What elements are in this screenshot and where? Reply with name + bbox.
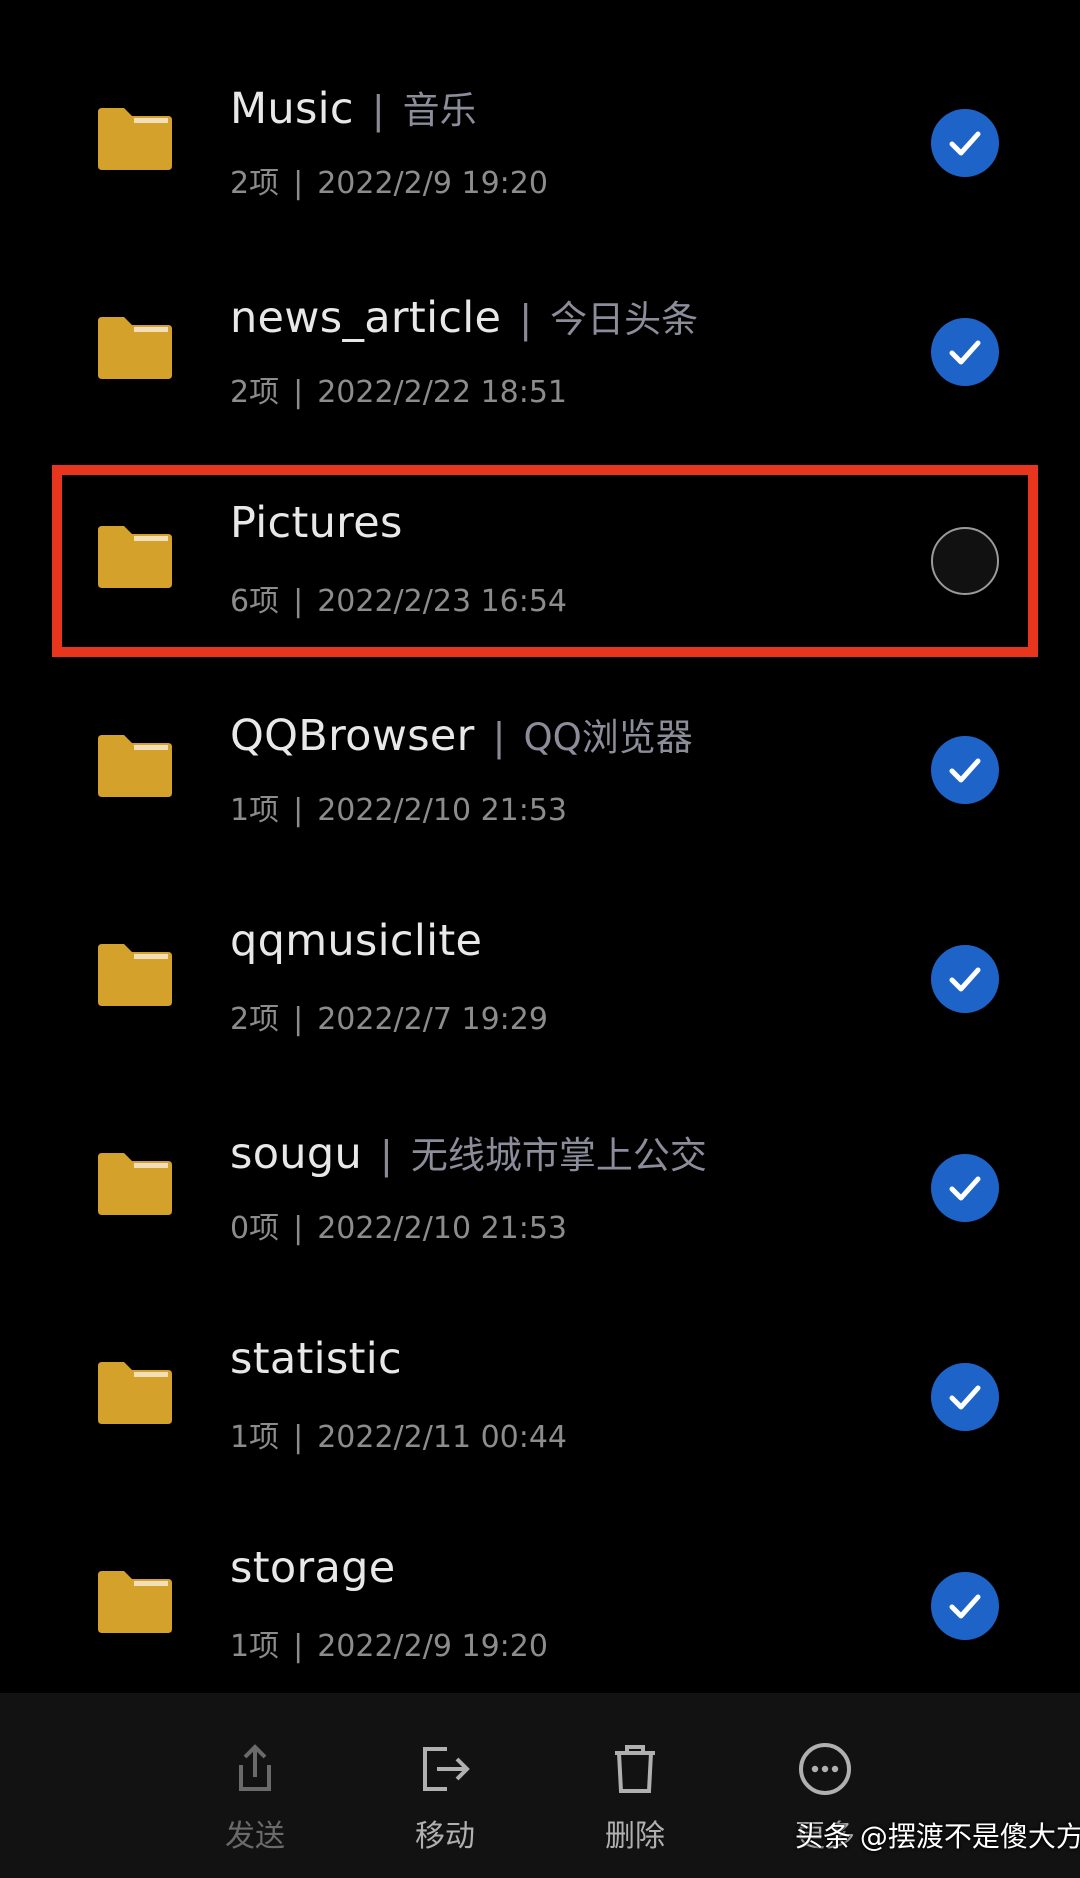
file-title: qqmusiclite — [230, 916, 482, 966]
file-title: Music | 音乐 — [230, 80, 477, 134]
file-name: news_article — [230, 293, 502, 343]
meta-separator: | — [293, 1629, 304, 1664]
file-row[interactable]: storage 1项 | 2022/2/9 19:20 — [0, 1503, 1080, 1712]
move-button[interactable]: 移动 — [375, 1741, 515, 1855]
checkmark-icon — [949, 131, 981, 156]
checkmark-icon — [949, 758, 981, 783]
item-count: 2项 — [230, 375, 280, 410]
item-count: 0项 — [230, 1211, 280, 1246]
file-meta: 6项 | 2022/2/23 16:54 — [230, 576, 567, 620]
file-meta: 1项 | 2022/2/9 19:20 — [230, 1621, 548, 1665]
send-label: 发送 — [225, 1819, 285, 1854]
file-row[interactable]: Pictures 6项 | 2022/2/23 16:54 — [0, 458, 1080, 667]
checkmark-icon — [949, 1176, 981, 1201]
item-count: 2项 — [230, 1002, 280, 1037]
more-dots-icon — [799, 1743, 851, 1795]
file-title: Pictures — [230, 498, 403, 548]
file-meta: 2项 | 2022/2/22 18:51 — [230, 367, 567, 411]
share-upload-icon — [239, 1744, 271, 1791]
file-row[interactable]: qqmusiclite 2项 | 2022/2/7 19:29 — [0, 876, 1080, 1085]
meta-separator: | — [293, 375, 304, 410]
file-title: news_article | 今日头条 — [230, 289, 698, 343]
delete-button[interactable]: 删除 — [565, 1741, 705, 1855]
select-checkbox[interactable] — [931, 109, 999, 177]
item-count: 1项 — [230, 1629, 280, 1664]
file-title: statistic — [230, 1334, 402, 1384]
item-count: 6项 — [230, 584, 280, 619]
folder-icon — [94, 524, 176, 590]
item-count: 2项 — [230, 166, 280, 201]
file-alias: QQ浏览器 — [523, 716, 693, 759]
folder-icon — [94, 106, 176, 172]
name-separator: | — [371, 88, 385, 132]
file-name: storage — [230, 1543, 396, 1593]
meta-separator: | — [293, 166, 304, 201]
trash-icon — [615, 1745, 655, 1793]
checkmark-icon — [949, 340, 981, 365]
file-name: sougu — [230, 1129, 363, 1179]
select-checkbox[interactable] — [931, 1154, 999, 1222]
meta-separator: | — [293, 1211, 304, 1246]
file-alias: 今日头条 — [550, 298, 699, 341]
file-row[interactable]: news_article | 今日头条 2项 | 2022/2/22 18:51 — [0, 249, 1080, 458]
modified-date: 2022/2/9 19:20 — [317, 1629, 548, 1664]
item-count: 1项 — [230, 1420, 280, 1455]
delete-label: 删除 — [605, 1819, 665, 1854]
file-title: QQBrowser | QQ浏览器 — [230, 707, 693, 761]
select-checkbox[interactable] — [931, 527, 999, 595]
folder-icon — [94, 1151, 176, 1217]
move-label: 移动 — [415, 1819, 475, 1854]
folder-icon — [94, 1360, 176, 1426]
modified-date: 2022/2/11 00:44 — [317, 1420, 568, 1455]
select-checkbox[interactable] — [931, 318, 999, 386]
folder-icon — [94, 942, 176, 1008]
meta-separator: | — [293, 793, 304, 828]
folder-icon — [94, 733, 176, 799]
file-row[interactable]: sougu | 无线城市掌上公交 0项 | 2022/2/10 21:53 — [0, 1085, 1080, 1294]
watermark: 头条 @摆渡不是傻大方 — [795, 1820, 1080, 1853]
file-title: storage — [230, 1543, 395, 1593]
item-count: 1项 — [230, 793, 280, 828]
file-meta: 2项 | 2022/2/9 19:20 — [230, 158, 548, 202]
file-name: Pictures — [230, 498, 403, 548]
file-row[interactable]: Music | 音乐 2项 | 2022/2/9 19:20 — [0, 40, 1080, 249]
meta-separator: | — [293, 1002, 304, 1037]
file-title: sougu | 无线城市掌上公交 — [230, 1125, 707, 1179]
file-meta: 1项 | 2022/2/10 21:53 — [230, 785, 567, 829]
file-name: Music — [230, 84, 354, 134]
file-name: QQBrowser — [230, 711, 475, 761]
select-checkbox[interactable] — [931, 945, 999, 1013]
modified-date: 2022/2/22 18:51 — [317, 375, 568, 410]
modified-date: 2022/2/9 19:20 — [317, 166, 548, 201]
meta-separator: | — [293, 584, 304, 619]
select-checkbox[interactable] — [931, 1363, 999, 1431]
modified-date: 2022/2/23 16:54 — [317, 584, 568, 619]
checkmark-icon — [949, 967, 981, 992]
name-separator: | — [492, 715, 506, 759]
meta-separator: | — [293, 1420, 304, 1455]
send-button[interactable]: 发送 — [185, 1741, 325, 1855]
folder-icon — [94, 1569, 176, 1635]
file-row[interactable]: QQBrowser | QQ浏览器 1项 | 2022/2/10 21:53 — [0, 667, 1080, 876]
modified-date: 2022/2/10 21:53 — [317, 1211, 568, 1246]
file-name: qqmusiclite — [230, 916, 483, 966]
file-alias: 音乐 — [402, 89, 477, 132]
file-meta: 1项 | 2022/2/11 00:44 — [230, 1412, 567, 1456]
select-checkbox[interactable] — [931, 1572, 999, 1640]
file-meta: 0项 | 2022/2/10 21:53 — [230, 1203, 567, 1247]
file-alias: 无线城市掌上公交 — [410, 1134, 707, 1177]
file-meta: 2项 | 2022/2/7 19:29 — [230, 994, 548, 1038]
checkmark-icon — [949, 1594, 981, 1619]
folder-icon — [94, 315, 176, 381]
select-checkbox[interactable] — [931, 736, 999, 804]
file-name: statistic — [230, 1334, 402, 1384]
checkmark-icon — [949, 1385, 981, 1410]
file-row[interactable]: statistic 1项 | 2022/2/11 00:44 — [0, 1294, 1080, 1503]
modified-date: 2022/2/10 21:53 — [317, 793, 568, 828]
modified-date: 2022/2/7 19:29 — [317, 1002, 548, 1037]
move-out-icon — [423, 1747, 470, 1791]
name-separator: | — [380, 1133, 393, 1177]
name-separator: | — [519, 297, 533, 341]
